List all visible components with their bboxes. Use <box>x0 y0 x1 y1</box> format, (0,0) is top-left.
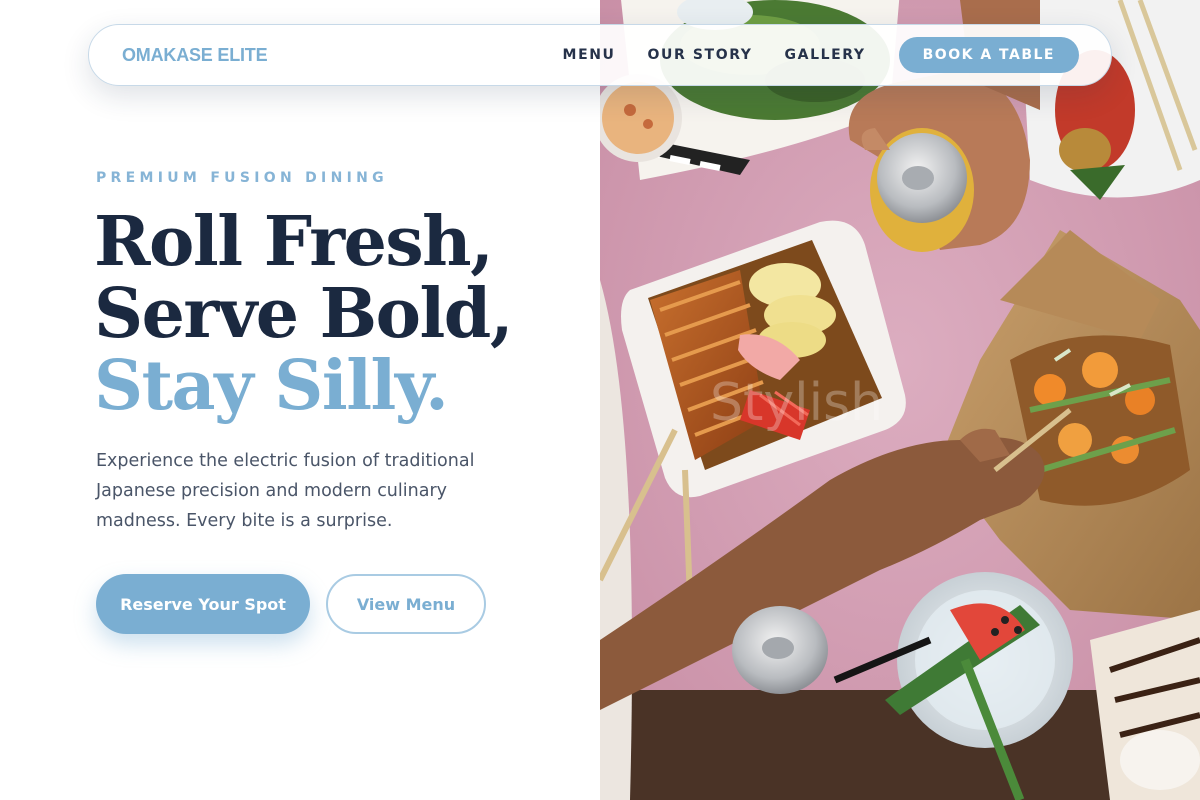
view-menu-button[interactable]: View Menu <box>326 574 486 634</box>
top-nav-bar: OMAKASE ELITE MENU OUR STORY GALLERY BOO… <box>88 24 1112 86</box>
brand-logo[interactable]: OMAKASE ELITE <box>122 45 268 66</box>
nav-link-gallery[interactable]: GALLERY <box>785 47 866 63</box>
headline-line-2: Serve Bold, <box>94 274 514 354</box>
hero-description: Experience the electric fusion of tradit… <box>96 451 475 531</box>
hero-headline: Roll Fresh, Serve Bold, Stay Silly. <box>94 202 514 426</box>
headline-line-1: Roll Fresh, <box>94 202 494 282</box>
headline-line-3-accent: Stay Silly. <box>94 346 449 426</box>
soda-can-bottom <box>732 606 828 694</box>
nav-link-our-story[interactable]: OUR STORY <box>648 47 753 63</box>
book-table-button[interactable]: BOOK A TABLE <box>898 37 1079 73</box>
food-table-image: Stylish <box>600 0 1200 800</box>
hero-eyebrow: PREMIUM FUSION DINING <box>96 170 388 186</box>
nav-links: MENU OUR STORY GALLERY BOOK A TABLE <box>563 37 1079 73</box>
reserve-spot-button[interactable]: Reserve Your Spot <box>96 574 310 634</box>
hero-food-photo: Stylish <box>600 0 1200 800</box>
photo-watermark: Stylish <box>710 373 883 433</box>
nav-link-menu[interactable]: MENU <box>563 47 616 63</box>
dessert-plate <box>1090 610 1200 800</box>
